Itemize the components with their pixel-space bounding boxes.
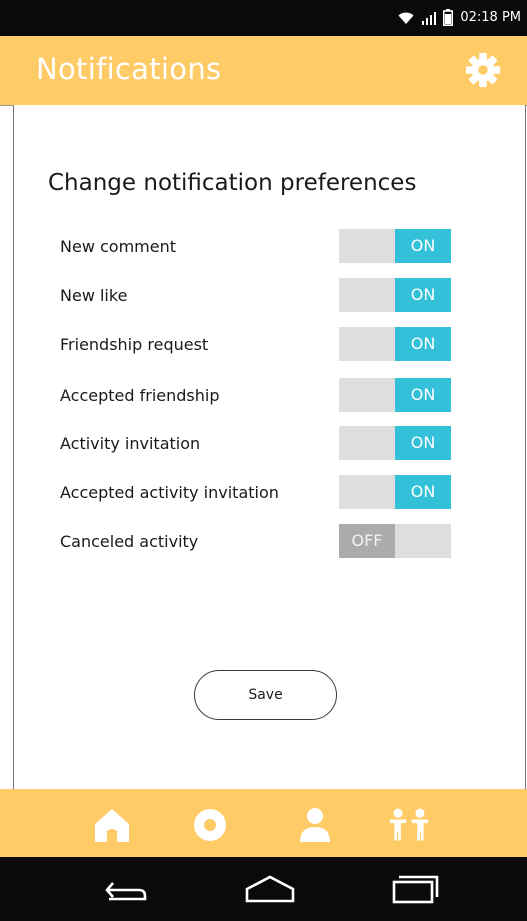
toggle-state: ON [395,278,451,312]
pref-label: Accepted activity invitation [60,483,279,502]
pref-label: Friendship request [60,335,209,354]
disc-icon[interactable] [189,804,231,846]
bottom-nav [0,789,527,857]
activity-invitation-toggle[interactable]: ON [339,426,451,460]
recents-icon[interactable] [389,873,445,907]
pref-label: Accepted friendship [60,386,220,405]
toggle-state: ON [395,327,451,361]
new-like-toggle[interactable]: ON [339,278,451,312]
pref-row-activity-invitation: Activity invitation ON [0,426,527,462]
home-outline-icon[interactable] [242,873,298,907]
status-time: 02:18 PM [460,10,521,25]
toggle-state: ON [395,426,451,460]
system-nav-bar [0,857,527,921]
pref-row-new-comment: New comment ON [0,229,527,265]
accepted-activity-invitation-toggle[interactable]: ON [339,475,451,509]
back-icon[interactable] [99,873,155,907]
new-comment-toggle[interactable]: ON [339,229,451,263]
section-title: Change notification preferences [48,170,417,196]
pref-row-accepted-activity-invitation: Accepted activity invitation ON [0,475,527,511]
wifi-icon [398,12,414,24]
pref-row-new-like: New like ON [0,278,527,314]
pref-row-canceled-activity: Canceled activity OFF [0,524,527,560]
person-icon[interactable] [294,804,336,846]
toggle-state: ON [395,229,451,263]
toggle-state: OFF [339,524,395,558]
signal-icon [422,11,437,25]
gear-icon[interactable] [464,51,502,89]
toggle-state: ON [395,378,451,412]
accepted-friendship-toggle[interactable]: ON [339,378,451,412]
group-icon[interactable] [388,804,430,846]
status-bar: 02:18 PM [0,0,527,36]
home-icon[interactable] [91,804,133,846]
pref-label: Activity invitation [60,434,201,453]
pref-label: New comment [60,237,176,256]
battery-icon [443,9,454,26]
friendship-request-toggle[interactable]: ON [339,327,451,361]
save-button[interactable]: Save [194,670,337,720]
status-icons: 02:18 PM [397,9,521,26]
pref-label: New like [60,286,128,305]
pref-row-accepted-friendship: Accepted friendship ON [0,378,527,414]
toggle-state: ON [395,475,451,509]
canceled-activity-toggle[interactable]: OFF [339,524,451,558]
app-bar: Notifications [0,36,527,106]
pref-label: Canceled activity [60,532,199,551]
pref-row-friendship-request: Friendship request ON [0,327,527,363]
page-title: Notifications [36,52,222,86]
